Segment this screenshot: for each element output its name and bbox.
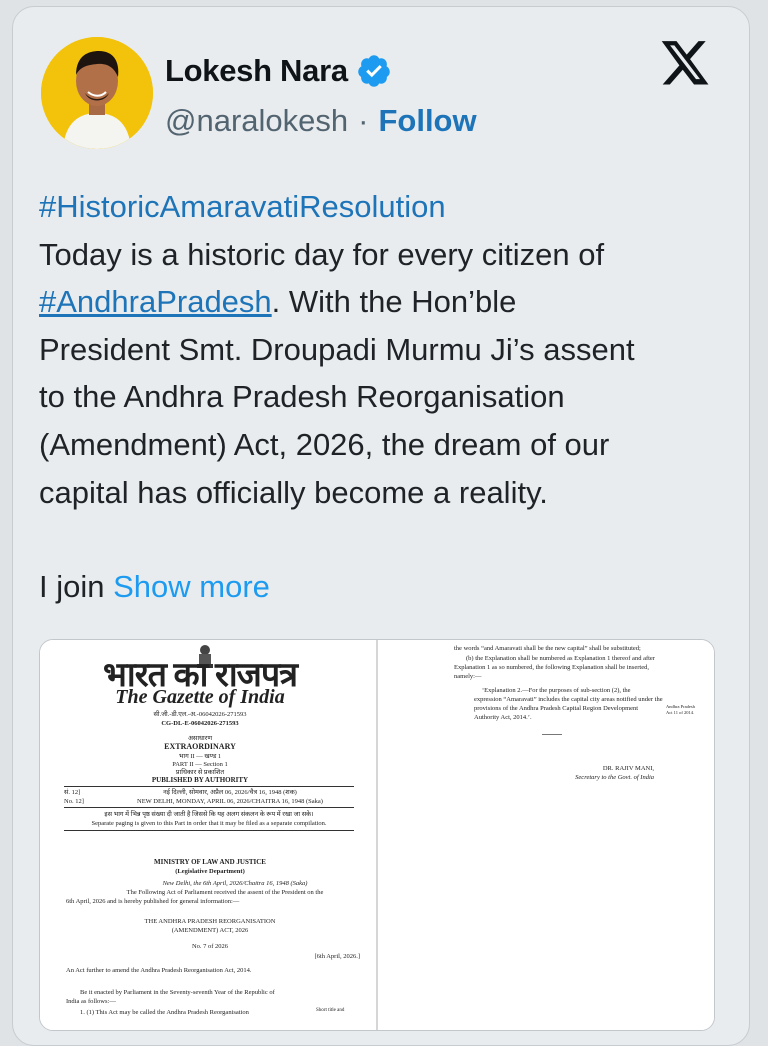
gazette-margin-short-title: Short title and xyxy=(316,1008,345,1013)
hashtag-andhra-pradesh[interactable]: #AndhraPradesh xyxy=(39,284,272,319)
gazette-department: (Legislative Department) xyxy=(175,868,245,875)
gazette-long-title: An Act further to amend the Andhra Prade… xyxy=(66,967,252,974)
gazette-p2-line-3: Explanation 1 as so numbered, the follow… xyxy=(454,664,649,671)
gazette-english-title: The Gazette of India xyxy=(115,686,285,708)
tweet-line-1: Today is a historic day for every citize… xyxy=(39,236,605,272)
verified-badge-icon xyxy=(358,55,390,87)
gazette-dateline: New Delhi, the 6th April, 2026/Chaitra 1… xyxy=(162,880,308,887)
author-handle[interactable]: @naralokesh xyxy=(165,103,348,139)
gazette-no-hindi: सं. 12] xyxy=(64,789,81,796)
tweet-card[interactable]: Lokesh Nara @naralokesh · Follow #Histor… xyxy=(12,6,750,1046)
gazette-p2-line-4: namely:— xyxy=(454,673,482,680)
gazette-p2-expl-1: ‘Explanation 2.—For the purposes of sub-… xyxy=(482,687,631,694)
tweet-truncated-text: I join xyxy=(39,569,105,605)
gazette-act-date: [6th April, 2026.] xyxy=(314,953,361,960)
gazette-assent-2: 6th April, 2026 and is hereby published … xyxy=(66,898,240,905)
gazette-reg-english: CG-DL-E-06042026-271593 xyxy=(161,720,239,727)
gazette-p2-expl-2: expression “Amaravati” includes the capi… xyxy=(474,696,663,703)
gazette-section-1: 1. (1) This Act may be called the Andhra… xyxy=(80,1009,249,1016)
gazette-date: NEW DELHI, MONDAY, APRIL 06, 2026/CHAITR… xyxy=(137,798,323,805)
tweet-line-6: capital has officially become a reality. xyxy=(39,474,548,510)
tweet-line-2: . With the Hon’ble xyxy=(271,284,517,320)
gazette-date-hindi: नई दिल्ली, सोमवार, अप्रैल 06, 2026/चैत्र… xyxy=(163,789,297,796)
tweet-line-4: to the Andhra Pradesh Reorganisation xyxy=(39,379,565,415)
gazette-p2-margin-2: Act 11 of 2014. xyxy=(666,710,695,715)
gazette-ministry: MINISTRY OF LAW AND JUSTICE xyxy=(154,858,266,866)
separator-dot: · xyxy=(358,103,369,138)
gazette-reg-hindi: सी.जी.-डी.एल.-अ.-06042026-271593 xyxy=(153,711,247,718)
gazette-act-no: No. 7 of 2026 xyxy=(191,943,229,950)
gazette-p2-line-1: the words “and Amaravati shall be the ne… xyxy=(454,645,641,652)
gazette-page-2: the words “and Amaravati shall be the ne… xyxy=(378,640,714,1030)
handle-row: @naralokesh · Follow xyxy=(165,103,477,139)
tweet-line-5: (Amendment) Act, 2026, the dream of our xyxy=(39,426,610,462)
gazette-enact-1: Be it enacted by Parliament in the Seven… xyxy=(80,989,275,996)
gazette-p2-expl-4: Authority Act, 2014.’. xyxy=(474,714,532,721)
tweet-text: #HistoricAmaravatiResolution Today is a … xyxy=(39,183,729,611)
gazette-enact-2: India as follows:— xyxy=(66,998,116,1005)
gazette-p2-line-2: (b) the Explanation shall be numbered as… xyxy=(466,655,655,662)
x-logo-icon[interactable] xyxy=(659,41,711,89)
gazette-p2-margin-1: Andhra Pradesh xyxy=(666,704,695,709)
gazette-page-1: भारत का राजपत्र The Gazette of India सी.… xyxy=(40,640,376,1030)
gazette-signatory-title: Secretary to the Govt. of India xyxy=(575,774,654,781)
gazette-signatory: DR. RAJIV MANI, xyxy=(602,765,654,772)
gazette-assent-1: The Following Act of Parliament received… xyxy=(126,889,324,896)
show-more-link[interactable]: Show more xyxy=(113,569,270,604)
avatar[interactable] xyxy=(41,37,153,149)
author-name[interactable]: Lokesh Nara xyxy=(165,53,348,89)
follow-button[interactable]: Follow xyxy=(378,103,476,139)
hashtag-historic-amaravati[interactable]: #HistoricAmaravatiResolution xyxy=(39,189,446,224)
tweet-media-image[interactable]: भारत का राजपत्र The Gazette of India सी.… xyxy=(39,639,715,1031)
gazette-act-title-2: (AMENDMENT) ACT, 2026 xyxy=(171,927,249,934)
gazette-extraordinary: EXTRAORDINARY xyxy=(164,742,236,751)
gazette-note-hindi: इस भाग में भिन्न पृष्ठ संख्या दी जाती है… xyxy=(104,811,314,818)
author-name-row: Lokesh Nara xyxy=(165,53,392,89)
gazette-no: No. 12] xyxy=(64,798,84,805)
gazette-act-title-1: THE ANDHRA PRADESH REORGANISATION xyxy=(144,918,276,925)
gazette-authority: PUBLISHED BY AUTHORITY xyxy=(151,776,249,784)
avatar-portrait-icon xyxy=(41,37,153,149)
gazette-p2-expl-3: provisions of the Andhra Pradesh Capital… xyxy=(474,705,639,712)
tweet-line-3: President Smt. Droupadi Murmu Ji’s assen… xyxy=(39,331,635,367)
gazette-note: Separate paging is given to this Part in… xyxy=(91,820,327,827)
